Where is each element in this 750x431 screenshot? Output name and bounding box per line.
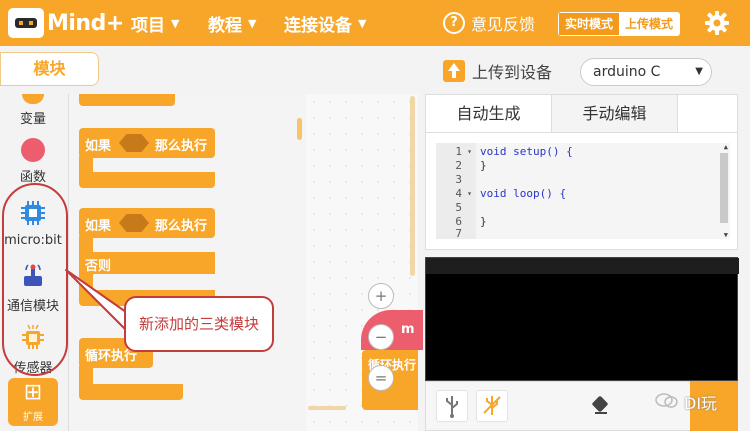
mode-switch: 实时模式 上传模式 (558, 12, 681, 36)
else-row: 否则 (79, 252, 215, 274)
condition-slot[interactable] (119, 214, 149, 232)
chevron-down-icon: ▼ (248, 16, 257, 30)
if-label: 如果 (85, 219, 112, 234)
tab-auto-generate[interactable]: 自动生成 (426, 95, 552, 132)
scroll-down-icon[interactable]: ▼ (724, 231, 728, 239)
clear-console-button[interactable] (584, 390, 616, 422)
if-block-footer (79, 172, 215, 188)
usb-icon (446, 396, 458, 418)
block-fragment[interactable] (79, 94, 175, 106)
menu-connect-device[interactable]: 连接设备 ▼ (284, 0, 366, 46)
code-line: } (480, 215, 487, 228)
loop-footer (79, 384, 183, 400)
board-select[interactable]: arduino C ▼ (580, 58, 712, 86)
eraser-icon (592, 396, 608, 414)
zoom-reset-icon: = (374, 369, 388, 387)
zoom-in-button[interactable]: + (368, 283, 394, 309)
extension-label: 扩展 (23, 412, 43, 423)
top-bar: Mind+ 项目 ▼ 教程 ▼ 连接设备 ▼ ? 意见反馈 实时模式 上传模式 (0, 0, 750, 46)
console-header (426, 258, 739, 274)
menu-connect-device-label: 连接设备 (284, 15, 352, 36)
highlight-ellipse (2, 183, 68, 376)
zoom-reset-button[interactable]: = (368, 365, 394, 391)
editor-scrollbar[interactable] (720, 153, 728, 223)
line-number: 7 (455, 227, 462, 240)
category-function[interactable]: 函数 (0, 138, 66, 185)
workspace-scrollbar[interactable] (410, 96, 415, 276)
board-select-value: arduino C (593, 64, 661, 80)
chevron-down-icon: ▼ (695, 66, 703, 77)
if-then-block[interactable]: 如果 那么执行 (79, 128, 215, 158)
usb-button[interactable] (436, 390, 468, 422)
line-number: 1 ▾ (455, 145, 472, 159)
code-editor[interactable]: 1 ▾ 2 3 4 ▾ 5 6 7 void setup() { } void lo… (436, 143, 730, 239)
fold-toggle-icon[interactable]: ▾ (467, 145, 472, 159)
feedback-label: 意见反馈 (471, 15, 536, 34)
extension-button[interactable]: ⊞ 扩展 (8, 378, 58, 426)
if-label: 如果 (85, 139, 112, 154)
feedback-button[interactable]: ? 意见反馈 (443, 11, 535, 35)
disconnect-button[interactable] (476, 390, 508, 422)
wechat-watermark-icon (655, 393, 678, 408)
menu-project-label: 项目 (131, 15, 165, 36)
code-line: void loop() { (480, 187, 567, 200)
code-line: } (480, 159, 487, 172)
watermark-text: DI玩 (684, 394, 718, 413)
line-number: 2 (455, 159, 462, 172)
palette-scrollbar[interactable] (297, 118, 302, 140)
upload-mode-button[interactable]: 上传模式 (619, 13, 680, 35)
upload-to-device-button[interactable]: 上传到设备 (443, 59, 552, 83)
question-icon: ? (443, 12, 465, 34)
condition-slot[interactable] (119, 134, 149, 152)
upload-arrow-icon (443, 60, 465, 82)
menu-tutorial-label: 教程 (208, 15, 242, 36)
menu-tutorial[interactable]: 教程 ▼ (208, 0, 256, 46)
menu-project[interactable]: 项目 ▼ (131, 0, 179, 46)
app-brand: Mind+ (47, 10, 124, 36)
line-number: 5 (455, 201, 462, 214)
chevron-down-icon: ▼ (171, 16, 180, 30)
fold-toggle-icon[interactable]: ▾ (467, 187, 472, 201)
line-number: 4 ▾ (455, 187, 472, 201)
zoom-out-icon: − (374, 328, 388, 346)
function-dot-icon (21, 138, 45, 162)
then-label: 那么执行 (155, 139, 208, 154)
category-label: 变量 (19, 112, 46, 127)
if-else-block[interactable]: 如果 那么执行 (79, 208, 215, 238)
annotation-callout: 新添加的三类模块 (124, 296, 274, 352)
code-tabs: 自动生成 手动编辑 (426, 95, 737, 133)
realtime-mode-button[interactable]: 实时模式 (559, 13, 620, 35)
tab-manual-edit[interactable]: 手动编辑 (552, 95, 678, 132)
app-logo: Mind+ (8, 8, 124, 38)
code-line: void setup() { (480, 145, 573, 158)
category-variable[interactable]: 变量 (0, 94, 66, 127)
then-label: 那么执行 (155, 219, 208, 234)
add-extension-icon: ⊞ (23, 380, 43, 405)
code-panel: 自动生成 手动编辑 1 ▾ 2 3 4 ▾ 5 6 7 void setup() {… (425, 94, 738, 250)
usb-disconnect-icon (483, 396, 501, 415)
chevron-down-icon: ▼ (358, 16, 367, 30)
zoom-out-button[interactable]: − (368, 324, 394, 350)
variable-dot-icon (22, 94, 44, 104)
blocks-tab[interactable]: 模块 (0, 52, 99, 86)
workspace-hscrollbar[interactable] (308, 406, 346, 410)
line-number: 3 (455, 173, 462, 186)
scroll-up-icon[interactable]: ▲ (724, 143, 728, 151)
robot-logo-icon (8, 8, 44, 38)
upload-to-device-label: 上传到设备 (472, 63, 553, 82)
edge-block-letter: m (401, 322, 415, 337)
serial-console[interactable] (425, 257, 739, 381)
gear-icon[interactable] (704, 10, 730, 36)
zoom-in-icon: + (374, 287, 388, 305)
block-palette: 如果 那么执行 如果 那么执行 否则 循环执行 (68, 94, 306, 431)
